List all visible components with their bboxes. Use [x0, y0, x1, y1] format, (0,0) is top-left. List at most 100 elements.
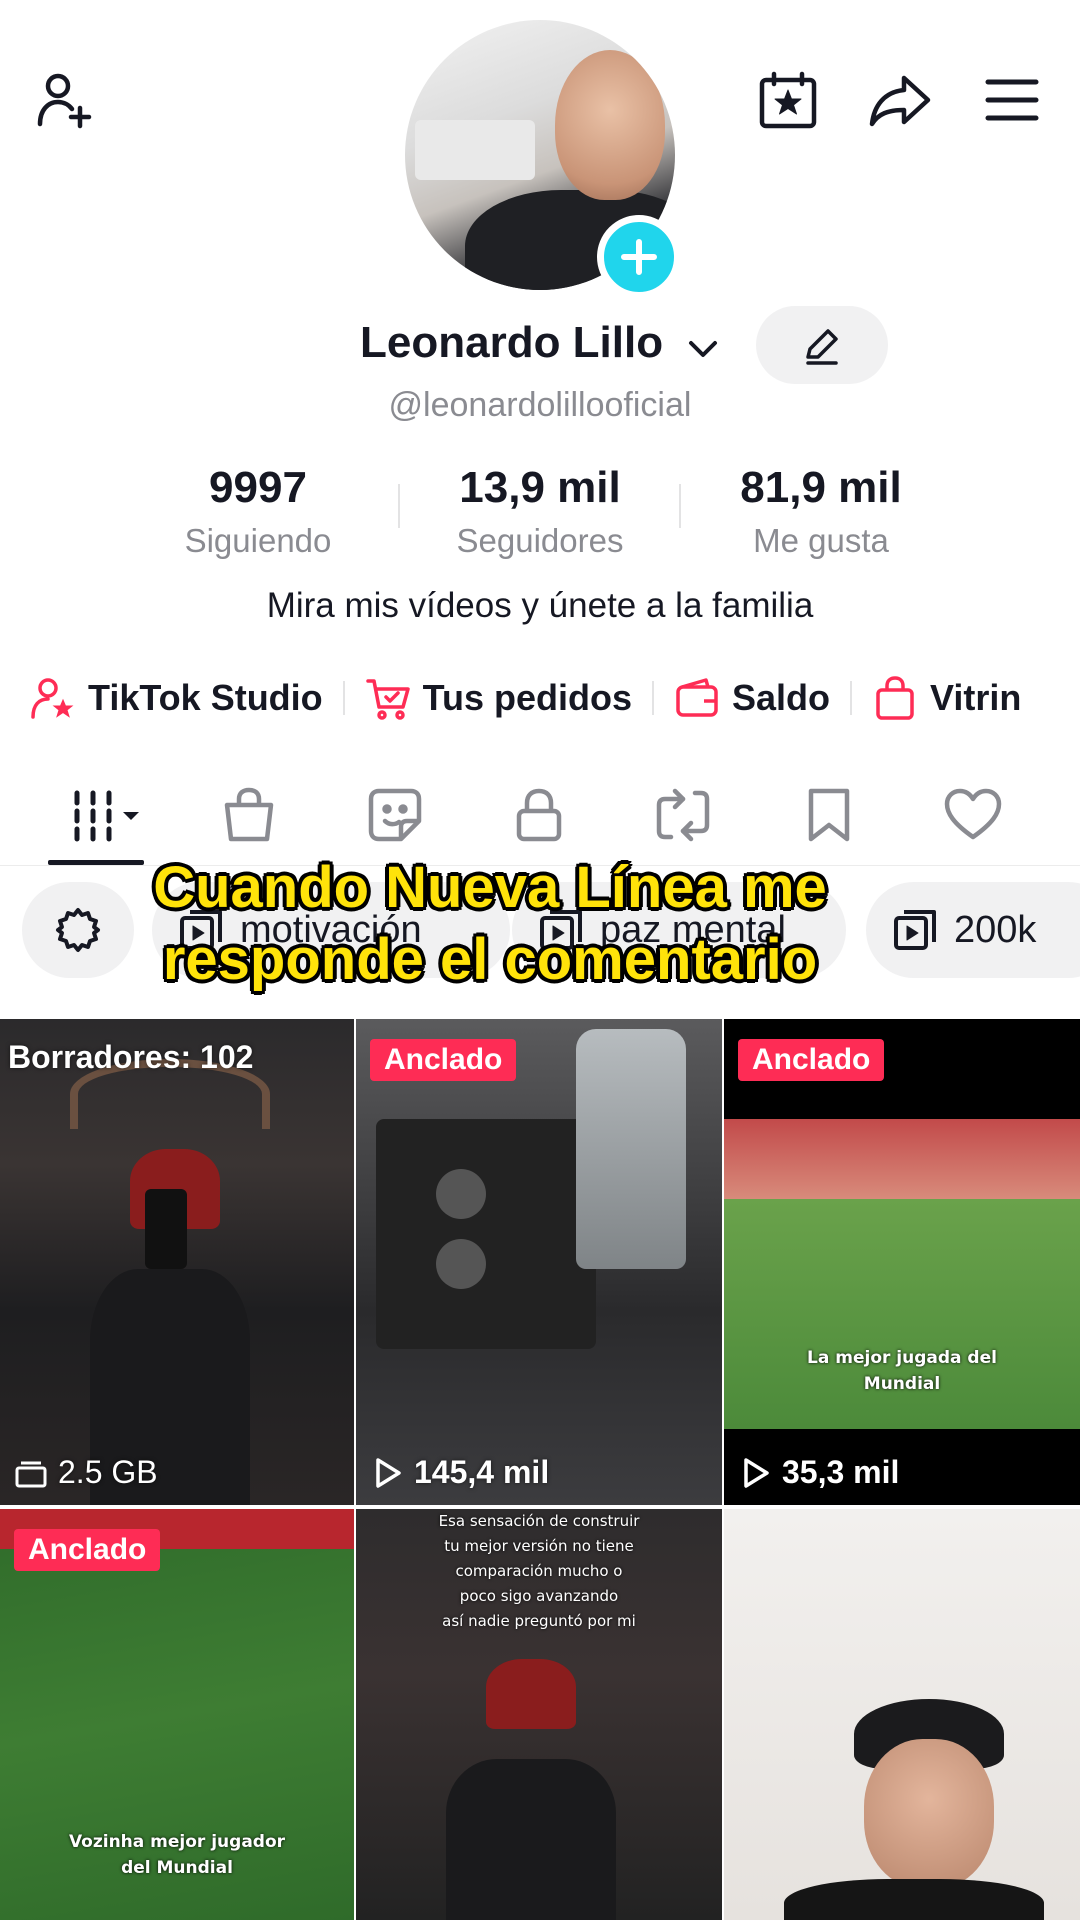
drafts-badge: Borradores: 102 [8, 1039, 254, 1075]
link-orders[interactable]: Tus pedidos [365, 675, 632, 721]
share-arrow-icon [869, 75, 931, 127]
cart-icon [365, 679, 410, 720]
link-divider [652, 681, 655, 715]
shop-bag-icon [224, 787, 274, 842]
shopping-bag-icon [876, 676, 914, 720]
profile-name[interactable]: Leonardo Lillo [360, 318, 663, 368]
overlay-line: Vozinha mejor jugador [68, 1832, 286, 1852]
sticker-icon [368, 788, 422, 842]
storage-size: 2.5 GB [14, 1454, 158, 1491]
knob-shape [436, 1239, 486, 1289]
chevron-down-icon[interactable] [686, 334, 720, 364]
bookmark-icon [808, 788, 850, 842]
video-thumbnail[interactable]: La mejor jugada del Mundial Anclado 35,3… [724, 1019, 1080, 1505]
link-tiktok-studio[interactable]: TikTok Studio [30, 675, 323, 721]
stat-label: Me gusta [753, 522, 889, 559]
stat-divider [679, 484, 681, 528]
play-icon [376, 1457, 401, 1488]
video-caption-overlay: Cuando Nueva Línea me responde el coment… [0, 852, 980, 996]
calendar-star-button[interactable] [752, 64, 824, 136]
menu-button[interactable] [976, 64, 1048, 136]
profile-stats: 9997 Siguiendo 13,9 mil Seguidores 81,9 … [0, 460, 1080, 570]
overlay-line: del Mundial [121, 1858, 233, 1878]
profile-handle: @leonardolillooficial [388, 386, 692, 424]
link-divider [342, 681, 345, 715]
overlay-line: tu mejor versión no tiene [444, 1537, 634, 1555]
pencil-icon [806, 329, 838, 365]
view-count: 145,4 mil [370, 1454, 549, 1491]
overlay-line: Esa sensación de construir [438, 1512, 640, 1530]
add-friend-button[interactable] [30, 64, 102, 136]
pinned-badge: Anclado [14, 1529, 161, 1571]
tab-stickers[interactable] [340, 770, 450, 860]
tab-favorites[interactable] [774, 770, 884, 860]
view-count-value: 35,3 mil [782, 1454, 900, 1490]
tab-private[interactable] [484, 770, 594, 860]
stat-label: Seguidores [456, 522, 624, 559]
pinned-badge: Anclado [370, 1039, 517, 1081]
stat-value: 9997 [209, 463, 307, 512]
overlay-line: Mundial [863, 1374, 941, 1394]
view-count: 35,3 mil [738, 1454, 899, 1491]
video-thumbnail[interactable] [724, 1509, 1080, 1920]
stadium-crowd [724, 1119, 1080, 1199]
share-profile-button[interactable] [864, 64, 936, 136]
tab-shop[interactable] [194, 770, 304, 860]
link-label: TikTok Studio [88, 677, 323, 718]
link-label: Tus pedidos [422, 677, 633, 718]
phone-shape [145, 1189, 187, 1269]
tab-videos[interactable] [56, 770, 166, 860]
video-thumbnail[interactable]: Esa sensación de construir tu mejor vers… [356, 1509, 722, 1920]
pinned-badge: Anclado [738, 1039, 885, 1081]
stat-following[interactable]: 9997 Siguiendo [128, 460, 388, 566]
hamburger-menu-icon [985, 79, 1039, 121]
stat-value: 81,9 mil [740, 463, 902, 512]
link-balance[interactable]: Saldo [674, 675, 830, 721]
stat-label: Siguiendo [184, 522, 332, 559]
person-shirt [784, 1879, 1044, 1920]
link-showcase[interactable]: Vitrin [872, 675, 1021, 721]
stat-value: 13,9 mil [459, 463, 621, 512]
wallet-icon [676, 678, 718, 717]
overlay-line: poco sigo avanzando [459, 1587, 619, 1605]
avatar-face [555, 50, 665, 200]
tab-reposts[interactable] [628, 770, 738, 860]
microwave-shape [376, 1119, 596, 1349]
repost-icon [656, 788, 710, 842]
edit-profile-button[interactable] [756, 306, 888, 384]
link-label: Saldo [732, 677, 831, 718]
view-count-value: 145,4 mil [414, 1454, 550, 1490]
calendar-star-icon [759, 71, 817, 129]
play-icon [744, 1457, 769, 1488]
overlay-line: La mejor jugada del [807, 1348, 997, 1368]
overlay-line: así nadie preguntó por mi [442, 1612, 636, 1630]
video-overlay-text: Vozinha mejor jugador del Mundial [0, 1829, 354, 1881]
overlay-line: comparación mucho o [455, 1562, 623, 1580]
blender-shape [576, 1029, 686, 1269]
stat-divider [398, 484, 400, 528]
caption-line: Cuando Nueva Línea me [153, 855, 827, 920]
caption-line: responde el comentario [162, 927, 818, 992]
video-overlay-text: La mejor jugada del Mundial [724, 1345, 1080, 1397]
link-label: Vitrin [930, 677, 1022, 718]
plus-icon [621, 239, 657, 275]
heart-icon [944, 788, 1002, 840]
lock-icon [516, 788, 562, 842]
video-thumbnail[interactable]: Borradores: 102 2.5 GB [0, 1019, 354, 1505]
person-face [864, 1739, 994, 1889]
video-thumbnail[interactable]: Vozinha mejor jugador del Mundial Anclad… [0, 1509, 354, 1920]
storage-value: 2.5 GB [58, 1454, 158, 1490]
avatar-background-cabinet [415, 120, 535, 180]
video-thumbnail[interactable]: Anclado 145,4 mil [356, 1019, 722, 1505]
add-story-button[interactable] [597, 215, 681, 299]
drafts-stack-icon [15, 1461, 47, 1487]
grid-icon [74, 790, 139, 842]
video-overlay-text: Esa sensación de construir tu mejor vers… [356, 1509, 722, 1634]
add-person-icon [37, 73, 92, 129]
person-torso [446, 1759, 616, 1920]
profile-bio: Mira mis vídeos y únete a la familia [266, 586, 814, 625]
tab-liked[interactable] [918, 770, 1028, 860]
video-grid: Borradores: 102 2.5 GB Anclado 145,4 mil… [0, 1019, 1080, 1920]
stat-followers[interactable]: 13,9 mil Seguidores [410, 460, 670, 566]
stat-likes[interactable]: 81,9 mil Me gusta [691, 460, 951, 566]
